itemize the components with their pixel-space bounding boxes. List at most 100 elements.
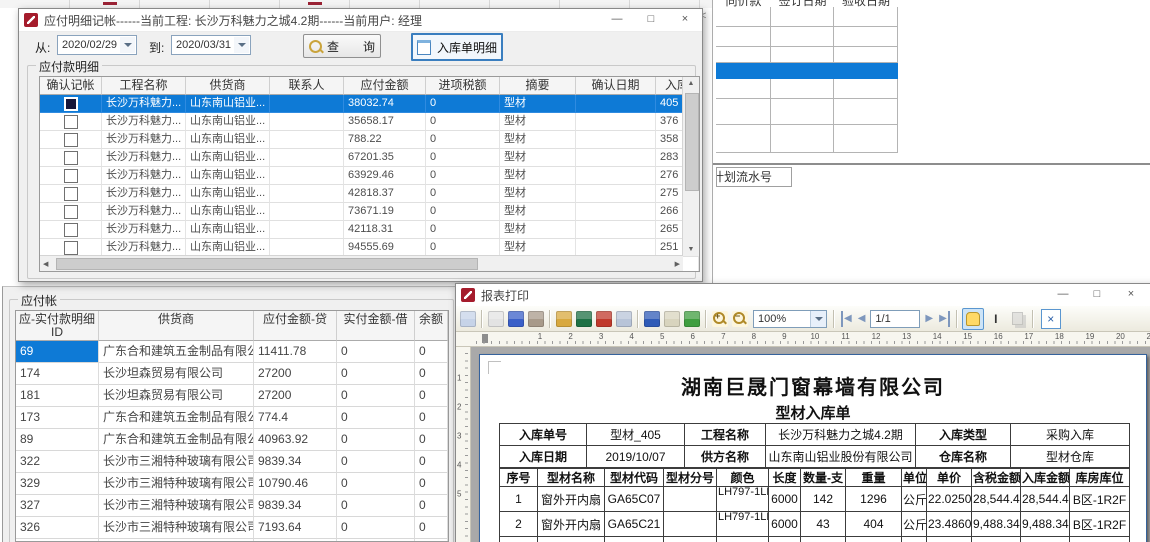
background-grid-row[interactable] — [716, 7, 899, 27]
table-cell[interactable]: 长沙万科魅力... — [102, 203, 186, 221]
maximize-icon[interactable]: □ — [634, 9, 668, 31]
table-cell[interactable]: 山东南山铝业... — [186, 167, 270, 185]
table-cell[interactable] — [270, 167, 344, 185]
table-cell[interactable] — [576, 149, 656, 167]
table-cell[interactable]: 0 — [426, 149, 500, 167]
table-row[interactable]: 89广东合和建筑五金制品有限公司40963.9200 — [16, 429, 448, 451]
table-cell[interactable]: 35658.17 — [344, 113, 426, 131]
column-header[interactable]: 确认日期 — [576, 77, 656, 95]
table-cell[interactable] — [270, 221, 344, 239]
table-cell[interactable]: 长沙市三湘特种玻璃有限公司 — [99, 495, 254, 517]
confirm-checkbox[interactable] — [64, 169, 78, 183]
id-cell[interactable]: 329 — [16, 473, 99, 495]
confirm-cell[interactable] — [40, 113, 102, 131]
close-icon[interactable]: × — [1114, 284, 1148, 306]
table-cell[interactable]: 型材 — [500, 149, 576, 167]
confirm-cell[interactable] — [40, 131, 102, 149]
to-date-combo[interactable]: 2020/03/31 — [171, 35, 251, 55]
confirm-checkbox[interactable] — [64, 241, 78, 255]
table-cell[interactable]: 67201.35 — [344, 149, 426, 167]
table-cell[interactable] — [270, 149, 344, 167]
export-pdf-icon[interactable] — [596, 311, 612, 327]
minimize-icon[interactable]: — — [600, 9, 634, 31]
table-cell[interactable]: 42118.31 — [344, 221, 426, 239]
table-cell[interactable]: 0 — [337, 451, 415, 473]
table-cell[interactable]: 0 — [415, 495, 448, 517]
table-cell[interactable]: 9839.34 — [254, 495, 337, 517]
confirm-cell[interactable] — [40, 95, 102, 113]
column-header[interactable]: 应付金额 — [344, 77, 426, 95]
table-cell[interactable]: 0 — [415, 517, 448, 539]
close-preview-icon[interactable]: × — [1041, 309, 1061, 329]
maximize-icon[interactable]: □ — [1080, 284, 1114, 306]
table-cell[interactable]: 0 — [426, 167, 500, 185]
table-cell[interactable]: 山东南山铝业... — [186, 221, 270, 239]
table-row[interactable]: 长沙万科魅力...山东南山铝业...42118.310型材265 — [40, 221, 699, 239]
table-row[interactable]: 长沙万科魅力...山东南山铝业...38032.740型材405 — [40, 95, 699, 113]
table-cell[interactable]: 长沙市三湘特种玻璃有限公司 — [99, 473, 254, 495]
confirm-checkbox[interactable] — [64, 205, 78, 219]
table-row[interactable]: 329长沙市三湘特种玻璃有限公司10790.4600 — [16, 473, 448, 495]
table-cell[interactable]: 型材 — [500, 221, 576, 239]
table-cell[interactable] — [270, 95, 344, 113]
print-icon[interactable] — [488, 311, 504, 327]
table-cell[interactable]: 长沙万科魅力... — [102, 185, 186, 203]
table-row[interactable]: 69广东合和建筑五金制品有限公司11411.7800 — [16, 341, 448, 363]
id-cell[interactable]: 173 — [16, 407, 99, 429]
id-cell[interactable]: 322 — [16, 451, 99, 473]
table-cell[interactable]: 山东南山铝业... — [186, 185, 270, 203]
table-cell[interactable]: 长沙市三湘特种玻璃有限公司 — [99, 451, 254, 473]
print-preview-area[interactable]: 12345 湖南巨晟门窗幕墙有限公司 型材入库单 入库单号型材_405工程名称长… — [456, 347, 1150, 542]
table-cell[interactable]: 长沙坦森贸易有限公司 — [99, 385, 254, 407]
open-doc-icon[interactable] — [664, 311, 680, 327]
scroll-down-icon[interactable]: ▼ — [683, 246, 699, 253]
zoom-out-icon[interactable]: − — [732, 311, 748, 327]
table-row[interactable]: 173广东合和建筑五金制品有限公司774.400 — [16, 407, 448, 429]
scrollbar-thumb[interactable] — [56, 258, 478, 270]
chevron-down-icon[interactable] — [810, 311, 826, 327]
column-header[interactable]: 供货商 — [99, 311, 254, 341]
last-page-icon[interactable]: ▶ — [939, 311, 950, 327]
table-cell[interactable]: 长沙万科魅力... — [102, 131, 186, 149]
background-grid-row[interactable] — [716, 63, 899, 79]
vertical-scrollbar[interactable]: ▲ ▼ — [682, 77, 699, 256]
table-cell[interactable]: 0 — [415, 341, 448, 363]
table-cell[interactable]: 0 — [426, 221, 500, 239]
table-cell[interactable]: 63929.46 — [344, 167, 426, 185]
table-cell[interactable]: 0 — [337, 363, 415, 385]
first-page-icon[interactable]: ◀ — [841, 311, 852, 327]
close-icon[interactable]: × — [668, 9, 702, 31]
table-row[interactable]: 长沙万科魅力...山东南山铝业...63929.460型材276 — [40, 167, 699, 185]
column-header[interactable]: 供货商 — [186, 77, 270, 95]
column-header[interactable]: 应-实付款明细ID — [16, 311, 99, 341]
table-cell[interactable]: 0 — [426, 113, 500, 131]
table-cell[interactable]: 42818.37 — [344, 185, 426, 203]
payable-account-grid[interactable]: 应-实付款明细ID供货商应付金额-贷实付金额-借余额 69广东合和建筑五金制品有… — [15, 310, 449, 542]
table-cell[interactable]: 0 — [426, 95, 500, 113]
text-select-icon[interactable]: I — [986, 309, 1006, 329]
background-grid-row[interactable] — [716, 79, 899, 99]
zoom-in-icon[interactable]: + — [712, 311, 728, 327]
table-cell[interactable]: 长沙万科魅力... — [102, 221, 186, 239]
table-cell[interactable]: 型材 — [500, 167, 576, 185]
confirm-cell[interactable] — [40, 167, 102, 185]
table-cell[interactable]: 长沙万科魅力... — [102, 95, 186, 113]
table-cell[interactable]: 长沙万科魅力... — [102, 167, 186, 185]
table-cell[interactable]: 广东合和建筑五金制品有限公司 — [99, 341, 254, 363]
id-cell[interactable]: 69 — [16, 341, 99, 363]
scroll-up-icon[interactable]: ▲ — [683, 80, 699, 87]
preview-panel-icon[interactable] — [460, 311, 476, 327]
table-row[interactable]: 长沙万科魅力...山东南山铝业...67201.350型材283 — [40, 149, 699, 167]
table-cell[interactable]: 0 — [415, 429, 448, 451]
column-header[interactable]: 工程名称 — [102, 77, 186, 95]
confirm-checkbox[interactable] — [64, 133, 78, 147]
table-cell[interactable]: 长沙坦森贸易有限公司 — [99, 363, 254, 385]
column-header[interactable]: 进项税额 — [426, 77, 500, 95]
table-cell[interactable]: 0 — [337, 495, 415, 517]
id-cell[interactable]: 327 — [16, 495, 99, 517]
table-cell[interactable]: 山东南山铝业... — [186, 95, 270, 113]
table-cell[interactable]: 型材 — [500, 203, 576, 221]
table-cell[interactable]: 长沙市三湘特种玻璃有限公司 — [99, 517, 254, 539]
table-cell[interactable]: 山东南山铝业... — [186, 131, 270, 149]
address-book-icon[interactable] — [508, 311, 524, 327]
